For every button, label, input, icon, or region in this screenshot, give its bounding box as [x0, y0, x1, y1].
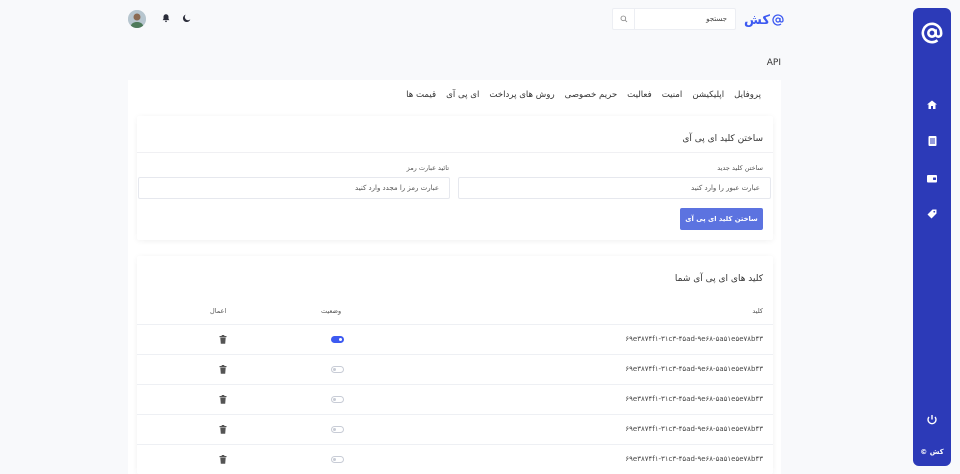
- tab-application[interactable]: اپلیکیشن: [692, 90, 724, 100]
- status-toggle[interactable]: [331, 456, 344, 463]
- trash-icon[interactable]: [219, 455, 227, 464]
- power-icon[interactable]: [913, 411, 951, 430]
- document-icon[interactable]: [913, 132, 951, 151]
- new-key-label: ساختن کلید جدید: [717, 164, 763, 172]
- tab-payment-methods[interactable]: روش های پرداخت: [489, 90, 554, 100]
- search-input[interactable]: [635, 9, 735, 29]
- home-icon[interactable]: [913, 96, 951, 115]
- status-toggle[interactable]: [331, 336, 344, 343]
- api-keys-panel: کلید های ای پی آی شما کلید وضعیت اعمال ۶…: [137, 256, 773, 474]
- create-api-key-button[interactable]: ساختن کلید ای پی آی: [680, 208, 763, 230]
- tab-pricing[interactable]: قیمت ها: [406, 90, 436, 100]
- sidebar: © کش: [913, 8, 951, 466]
- api-key-value: ۶۹e۳۸۷۴f۱-۳۱c۳-۴۵ad-۹e۶۸-۵a۵۱e۵e۷۸b۴۳: [625, 425, 763, 433]
- column-header-actions: اعمال: [210, 307, 227, 315]
- api-key-value: ۶۹e۳۸۷۴f۱-۳۱c۳-۴۵ad-۹e۶۸-۵a۵۱e۵e۷۸b۴۳: [625, 395, 763, 403]
- divider: [137, 152, 773, 153]
- tab-profile[interactable]: پروفایل: [734, 90, 761, 100]
- user-avatar[interactable]: [128, 10, 146, 28]
- table-row: ۶۹e۳۸۷۴f۱-۳۱c۳-۴۵ad-۹e۶۸-۵a۵۱e۵e۷۸b۴۳: [137, 354, 773, 384]
- settings-tabs: پروفایل اپلیکیشن امنیت فعالیت حریم خصوصی…: [406, 90, 761, 100]
- top-header: کش: [0, 0, 905, 38]
- confirm-passphrase-label: تائید عبارت رمز: [406, 164, 449, 172]
- api-keys-table: ۶۹e۳۸۷۴f۱-۳۱c۳-۴۵ad-۹e۶۸-۵a۵۱e۵e۷۸b۴۳ ۶۹…: [137, 324, 773, 474]
- sidebar-footer: © کش: [920, 448, 944, 456]
- brand-logo[interactable]: کش: [744, 11, 784, 29]
- status-toggle[interactable]: [331, 426, 344, 433]
- keys-panel-title: کلید های ای پی آی شما: [674, 274, 763, 284]
- table-row: ۶۹e۳۸۷۴f۱-۳۱c۳-۴۵ad-۹e۶۸-۵a۵۱e۵e۷۸b۴۳: [137, 324, 773, 354]
- create-api-key-panel: ساختن کلید ای پی آی ساختن کلید جدید تائی…: [137, 116, 773, 240]
- create-panel-title: ساختن کلید ای پی آی: [682, 134, 763, 144]
- trash-icon[interactable]: [219, 395, 227, 404]
- main-card: پروفایل اپلیکیشن امنیت فعالیت حریم خصوصی…: [128, 80, 781, 474]
- trash-icon[interactable]: [219, 425, 227, 434]
- page-title: API: [766, 58, 781, 68]
- table-row: ۶۹e۳۸۷۴f۱-۳۱c۳-۴۵ad-۹e۶۸-۵a۵۱e۵e۷۸b۴۳: [137, 384, 773, 414]
- new-key-input[interactable]: [458, 177, 771, 199]
- api-key-value: ۶۹e۳۸۷۴f۱-۳۱c۳-۴۵ad-۹e۶۸-۵a۵۱e۵e۷۸b۴۳: [625, 365, 763, 373]
- column-header-status: وضعیت: [321, 307, 342, 315]
- moon-icon[interactable]: [181, 12, 193, 24]
- api-key-value: ۶۹e۳۸۷۴f۱-۳۱c۳-۴۵ad-۹e۶۸-۵a۵۱e۵e۷۸b۴۳: [625, 335, 763, 343]
- table-row: ۶۹e۳۸۷۴f۱-۳۱c۳-۴۵ad-۹e۶۸-۵a۵۱e۵e۷۸b۴۳: [137, 444, 773, 474]
- search-icon[interactable]: [613, 9, 635, 29]
- column-header-key: کلید: [752, 307, 763, 315]
- at-sign-icon[interactable]: [921, 22, 943, 44]
- at-sign-icon: [772, 14, 784, 26]
- tag-icon[interactable]: [913, 205, 951, 224]
- trash-icon[interactable]: [219, 335, 227, 344]
- search-box: [612, 8, 736, 30]
- table-row: ۶۹e۳۸۷۴f۱-۳۱c۳-۴۵ad-۹e۶۸-۵a۵۱e۵e۷۸b۴۳: [137, 414, 773, 444]
- tab-activity[interactable]: فعالیت: [627, 90, 652, 100]
- tab-privacy[interactable]: حریم خصوصی: [565, 90, 618, 100]
- trash-icon[interactable]: [219, 365, 227, 374]
- tab-security[interactable]: امنیت: [662, 90, 683, 100]
- bell-icon[interactable]: [160, 12, 172, 24]
- status-toggle[interactable]: [331, 396, 344, 403]
- confirm-passphrase-input[interactable]: [138, 177, 450, 199]
- api-key-value: ۶۹e۳۸۷۴f۱-۳۱c۳-۴۵ad-۹e۶۸-۵a۵۱e۵e۷۸b۴۳: [625, 455, 763, 463]
- tab-api[interactable]: ای پی آی: [446, 90, 479, 100]
- wallet-icon[interactable]: [913, 169, 951, 188]
- status-toggle[interactable]: [331, 366, 344, 373]
- brand-name: کش: [744, 12, 770, 28]
